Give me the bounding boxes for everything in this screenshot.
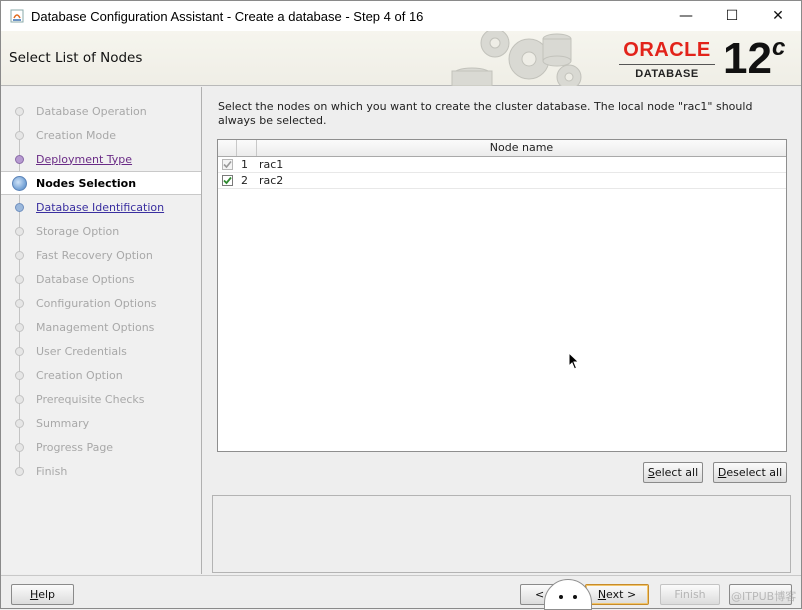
nav-step-label: Creation Option (36, 368, 123, 382)
nav-step-label: Creation Mode (36, 128, 117, 142)
minimize-button[interactable]: — (663, 1, 709, 31)
nav-step-label: Configuration Options (36, 296, 157, 310)
maximize-button[interactable]: ☐ (709, 1, 755, 31)
overlay-eye-icon (573, 595, 577, 599)
step-dot-icon (15, 226, 24, 236)
nav-step-label: Management Options (36, 320, 155, 334)
next-button[interactable]: Next > (585, 584, 649, 605)
nav-step-deployment-type[interactable]: Deployment Type (1, 148, 201, 170)
messages-panel (212, 495, 791, 573)
step-navigation: Database Operation Creation Mode Deploym… (1, 87, 202, 574)
step-dot-icon (15, 442, 24, 452)
page-header: Select List of Nodes ORACLE DATABASE 12c (1, 31, 801, 86)
table-row[interactable]: 2 rac2 (218, 173, 786, 189)
step-dot-icon (15, 298, 24, 308)
step-dot-icon (15, 154, 24, 164)
nav-step-management-options: Management Options (1, 316, 201, 338)
checkmark-icon (223, 160, 232, 169)
mnemonic-letter: D (717, 466, 727, 479)
mnemonic-letter: N (597, 588, 607, 601)
nav-step-label: Summary (36, 416, 90, 430)
step-dot-icon (15, 466, 24, 476)
step-dot-icon (15, 370, 24, 380)
index-column-header (237, 140, 257, 156)
step-dot-icon (15, 250, 24, 260)
deselect-all-button[interactable]: Deselect all (713, 462, 787, 483)
nav-step-summary: Summary (1, 412, 201, 434)
row-index: 2 (241, 174, 248, 187)
nav-step-label: Prerequisite Checks (36, 392, 145, 406)
step-dot-icon (15, 130, 24, 140)
node-checkbox-rac1 (222, 159, 233, 170)
step-dot-icon (15, 202, 24, 212)
nav-step-creation-option: Creation Option (1, 364, 201, 386)
finish-button[interactable]: Finish (660, 584, 720, 605)
nav-step-label: User Credentials (36, 344, 127, 358)
footer-divider (1, 575, 801, 576)
nav-step-nodes-selection: Nodes Selection (1, 171, 201, 195)
step-dot-icon (15, 346, 24, 356)
nav-step-label[interactable]: Deployment Type (36, 153, 132, 166)
current-step-icon (12, 175, 27, 191)
nav-step-configuration-options: Configuration Options (1, 292, 201, 314)
nav-step-prerequisite-checks: Prerequisite Checks (1, 388, 201, 410)
nav-step-database-identification[interactable]: Database Identification (1, 196, 201, 218)
page-title: Select List of Nodes (9, 50, 143, 66)
mouse-cursor-icon (568, 352, 580, 370)
step-dot-icon (15, 322, 24, 332)
nav-step-user-credentials: User Credentials (1, 340, 201, 362)
nav-step-creation-mode: Creation Mode (1, 124, 201, 146)
nav-step-database-operation: Database Operation (1, 100, 201, 122)
node-name-column-header[interactable]: Node name (257, 140, 786, 156)
nav-step-label[interactable]: Database Identification (36, 201, 164, 214)
oracle-logo: ORACLE DATABASE (615, 39, 719, 81)
instruction-text: Select the nodes on which you want to cr… (218, 100, 753, 127)
mnemonic-letter: S (647, 466, 655, 479)
nav-step-fast-recovery-option: Fast Recovery Option (1, 244, 201, 266)
nav-step-label: Storage Option (36, 224, 120, 238)
step-dot-icon (15, 418, 24, 428)
watermark: @ITPUB博客 (731, 590, 797, 603)
dbca-window: Database Configuration Assistant - Creat… (0, 0, 802, 610)
nav-step-label: Finish (36, 464, 68, 478)
version-number: 12 (723, 34, 772, 83)
java-app-icon (9, 8, 25, 24)
step-dot-icon (15, 394, 24, 404)
nav-step-label: Fast Recovery Option (36, 248, 153, 262)
oracle-database-label: DATABASE (619, 64, 715, 80)
nav-step-storage-option: Storage Option (1, 220, 201, 242)
gears-decoration-icon (451, 31, 582, 86)
overlay-eye-icon (559, 595, 563, 599)
table-row[interactable]: 1 rac1 (218, 157, 786, 173)
table-header: Node name (218, 140, 786, 157)
mnemonic-letter: H (29, 588, 39, 601)
nav-step-label: Database Options (36, 272, 135, 286)
window-title: Database Configuration Assistant - Creat… (31, 8, 424, 24)
nav-step-database-options: Database Options (1, 268, 201, 290)
help-button[interactable]: Help (11, 584, 74, 605)
nav-step-progress-page: Progress Page (1, 436, 201, 458)
select-all-button[interactable]: Select all (643, 462, 703, 483)
nav-step-label: Progress Page (36, 440, 114, 454)
nav-step-label: Nodes Selection (36, 176, 137, 190)
step-dot-icon (15, 106, 24, 116)
oracle-brand: ORACLE (623, 39, 711, 61)
checkmark-icon (223, 176, 232, 185)
nav-step-label: Database Operation (36, 104, 147, 118)
version-label: 12c (723, 33, 785, 85)
node-checkbox-rac2[interactable] (222, 175, 233, 186)
nav-step-finish: Finish (1, 460, 201, 482)
step-dot-icon (15, 274, 24, 284)
close-button[interactable]: ✕ (755, 1, 801, 31)
node-name-cell: rac1 (259, 158, 284, 171)
node-name-cell: rac2 (259, 174, 284, 187)
checkbox-column-header (218, 140, 237, 156)
row-index: 1 (241, 158, 248, 171)
node-table: Node name 1 rac1 2 rac2 (217, 139, 787, 452)
version-suffix: c (771, 34, 786, 61)
